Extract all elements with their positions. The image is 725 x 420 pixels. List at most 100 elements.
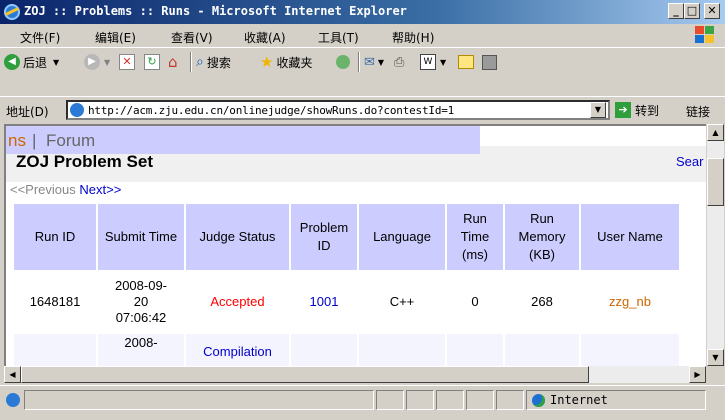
mail-dropdown-icon[interactable]: ▼ [378, 58, 384, 67]
toolbar-separator [190, 52, 192, 72]
go-arrow-icon: ➔ [615, 102, 631, 118]
home-button[interactable]: ⌂ [168, 52, 178, 72]
cell-submit-time: 2008- [98, 334, 184, 366]
menu-tools[interactable]: 工具(T) [318, 29, 359, 46]
status-bar: Internet [0, 385, 725, 420]
cell-run-id: 1648181 [14, 272, 96, 332]
vertical-scroll-thumb[interactable] [707, 158, 724, 206]
cell-submit-time: 2008-09-20 07:06:42 [98, 272, 184, 332]
cell-user-link[interactable]: zzg_nb [581, 272, 679, 332]
globe-icon [532, 393, 545, 407]
cell-run-id [14, 334, 96, 366]
ie-logo-icon[interactable] [4, 4, 20, 20]
zone-indicator: Internet [532, 393, 608, 407]
previous-link[interactable]: <<Previous [10, 182, 76, 197]
folder-icon [458, 55, 474, 69]
scroll-left-icon[interactable]: ◀ [4, 366, 21, 383]
windows-flag-icon [695, 26, 715, 44]
menu-favorites[interactable]: 收藏(A) [244, 29, 286, 46]
stop-icon: ✕ [119, 54, 135, 70]
nav-link-partial[interactable]: ns [8, 131, 26, 151]
nav-separator: | [32, 131, 37, 150]
mail-button[interactable]: ✉ ▼ [364, 52, 384, 72]
close-button[interactable]: ✕ [704, 3, 720, 19]
cell-memory [505, 334, 579, 366]
search-link[interactable]: Sear [676, 154, 703, 169]
col-language: Language [359, 204, 445, 270]
scroll-up-icon[interactable]: ▲ [707, 124, 724, 141]
address-input[interactable]: http://acm.zju.edu.cn/onlinejudge/showRu… [66, 100, 610, 120]
edit-dropdown-icon[interactable]: ▼ [440, 58, 446, 67]
runs-table: Run ID Submit Time Judge Status Problem … [12, 202, 681, 366]
cell-problem-id-link[interactable]: 1001 [291, 272, 357, 332]
col-run-time: Run Time (ms) [447, 204, 503, 270]
mail-icon: ✉ [364, 54, 375, 70]
back-label: 后退 [23, 55, 48, 70]
stop-button[interactable]: ✕ [119, 52, 135, 72]
address-dropdown-icon[interactable]: ▼ [590, 102, 606, 118]
edit-button[interactable]: W ▼ [420, 52, 446, 72]
menu-file[interactable]: 文件(F) [20, 29, 60, 46]
messenger-button[interactable] [482, 52, 497, 72]
search-icon: ⌕ [196, 54, 204, 70]
favorites-star-icon: ★ [260, 53, 274, 71]
refresh-button[interactable]: ↻ [144, 52, 160, 72]
menu-view[interactable]: 查看(V) [171, 29, 213, 46]
page-viewport: ns | Forum ZOJ Problem Set Sear <<Previo… [4, 124, 706, 366]
next-link[interactable]: Next>> [79, 182, 121, 197]
cell-language: C++ [359, 272, 445, 332]
links-button[interactable]: 链接 [686, 103, 710, 120]
menu-edit[interactable]: 编辑(E) [95, 29, 136, 46]
scroll-down-icon[interactable]: ▼ [707, 349, 724, 366]
table-row: 2008- Compilation [14, 334, 679, 366]
cell-run-time: 0 [447, 272, 503, 332]
forward-button[interactable]: ▶ ▼ [84, 52, 110, 72]
status-panel [436, 390, 464, 410]
status-panel [376, 390, 404, 410]
cell-memory: 268 [505, 272, 579, 332]
vertical-scrollbar[interactable]: ▲ ▼ [706, 124, 724, 366]
status-panel [496, 390, 524, 410]
col-judge-status: Judge Status [186, 204, 289, 270]
address-url[interactable]: http://acm.zju.edu.cn/onlinejudge/showRu… [88, 104, 454, 117]
col-user-name: User Name [581, 204, 679, 270]
forward-dropdown-icon[interactable]: ▼ [104, 58, 110, 67]
page-status-icon [6, 393, 20, 407]
search-button[interactable]: ⌕ 搜索 [196, 52, 231, 72]
history-icon [336, 55, 350, 69]
minimize-button[interactable]: _ [668, 3, 684, 19]
col-run-id: Run ID [14, 204, 96, 270]
messenger-icon [482, 54, 497, 70]
word-edit-icon: W [420, 54, 436, 70]
cell-user [581, 334, 679, 366]
back-button[interactable]: ◀ 后退 ▼ [4, 52, 59, 72]
home-icon: ⌂ [168, 53, 178, 71]
page-title: ZOJ Problem Set [16, 152, 153, 171]
print-icon: ⎙ [394, 54, 405, 70]
go-button[interactable]: ➔ 转到 [615, 101, 659, 119]
horizontal-scrollbar[interactable]: ◀ ▶ [4, 366, 706, 383]
print-button[interactable]: ⎙ [394, 52, 404, 72]
discuss-button[interactable] [458, 52, 474, 72]
back-dropdown-icon[interactable]: ▼ [53, 58, 59, 67]
forward-arrow-icon: ▶ [84, 54, 100, 70]
table-header-row: Run ID Submit Time Judge Status Problem … [14, 204, 679, 270]
window-title: ZOJ :: Problems :: Runs - Microsoft Inte… [24, 4, 407, 18]
back-arrow-icon: ◀ [4, 54, 20, 70]
cell-judge-status-link[interactable]: Compilation [186, 334, 289, 366]
col-submit-time: Submit Time [98, 204, 184, 270]
cell-run-time [447, 334, 503, 366]
zone-label: Internet [550, 393, 608, 407]
nav-link-forum[interactable]: Forum [46, 131, 95, 151]
cell-language [359, 334, 445, 366]
pager: <<Previous Next>> [10, 182, 121, 197]
cell-judge-status: Accepted [186, 272, 289, 332]
maximize-button[interactable]: □ [684, 3, 700, 19]
status-panel [406, 390, 434, 410]
history-button[interactable] [336, 52, 350, 72]
scroll-right-icon[interactable]: ▶ [689, 366, 706, 383]
table-row: 1648181 2008-09-20 07:06:42 Accepted 100… [14, 272, 679, 332]
horizontal-scroll-thumb[interactable] [21, 366, 589, 383]
favorites-button[interactable]: ★ 收藏夹 [260, 52, 312, 72]
menu-help[interactable]: 帮助(H) [392, 29, 434, 46]
